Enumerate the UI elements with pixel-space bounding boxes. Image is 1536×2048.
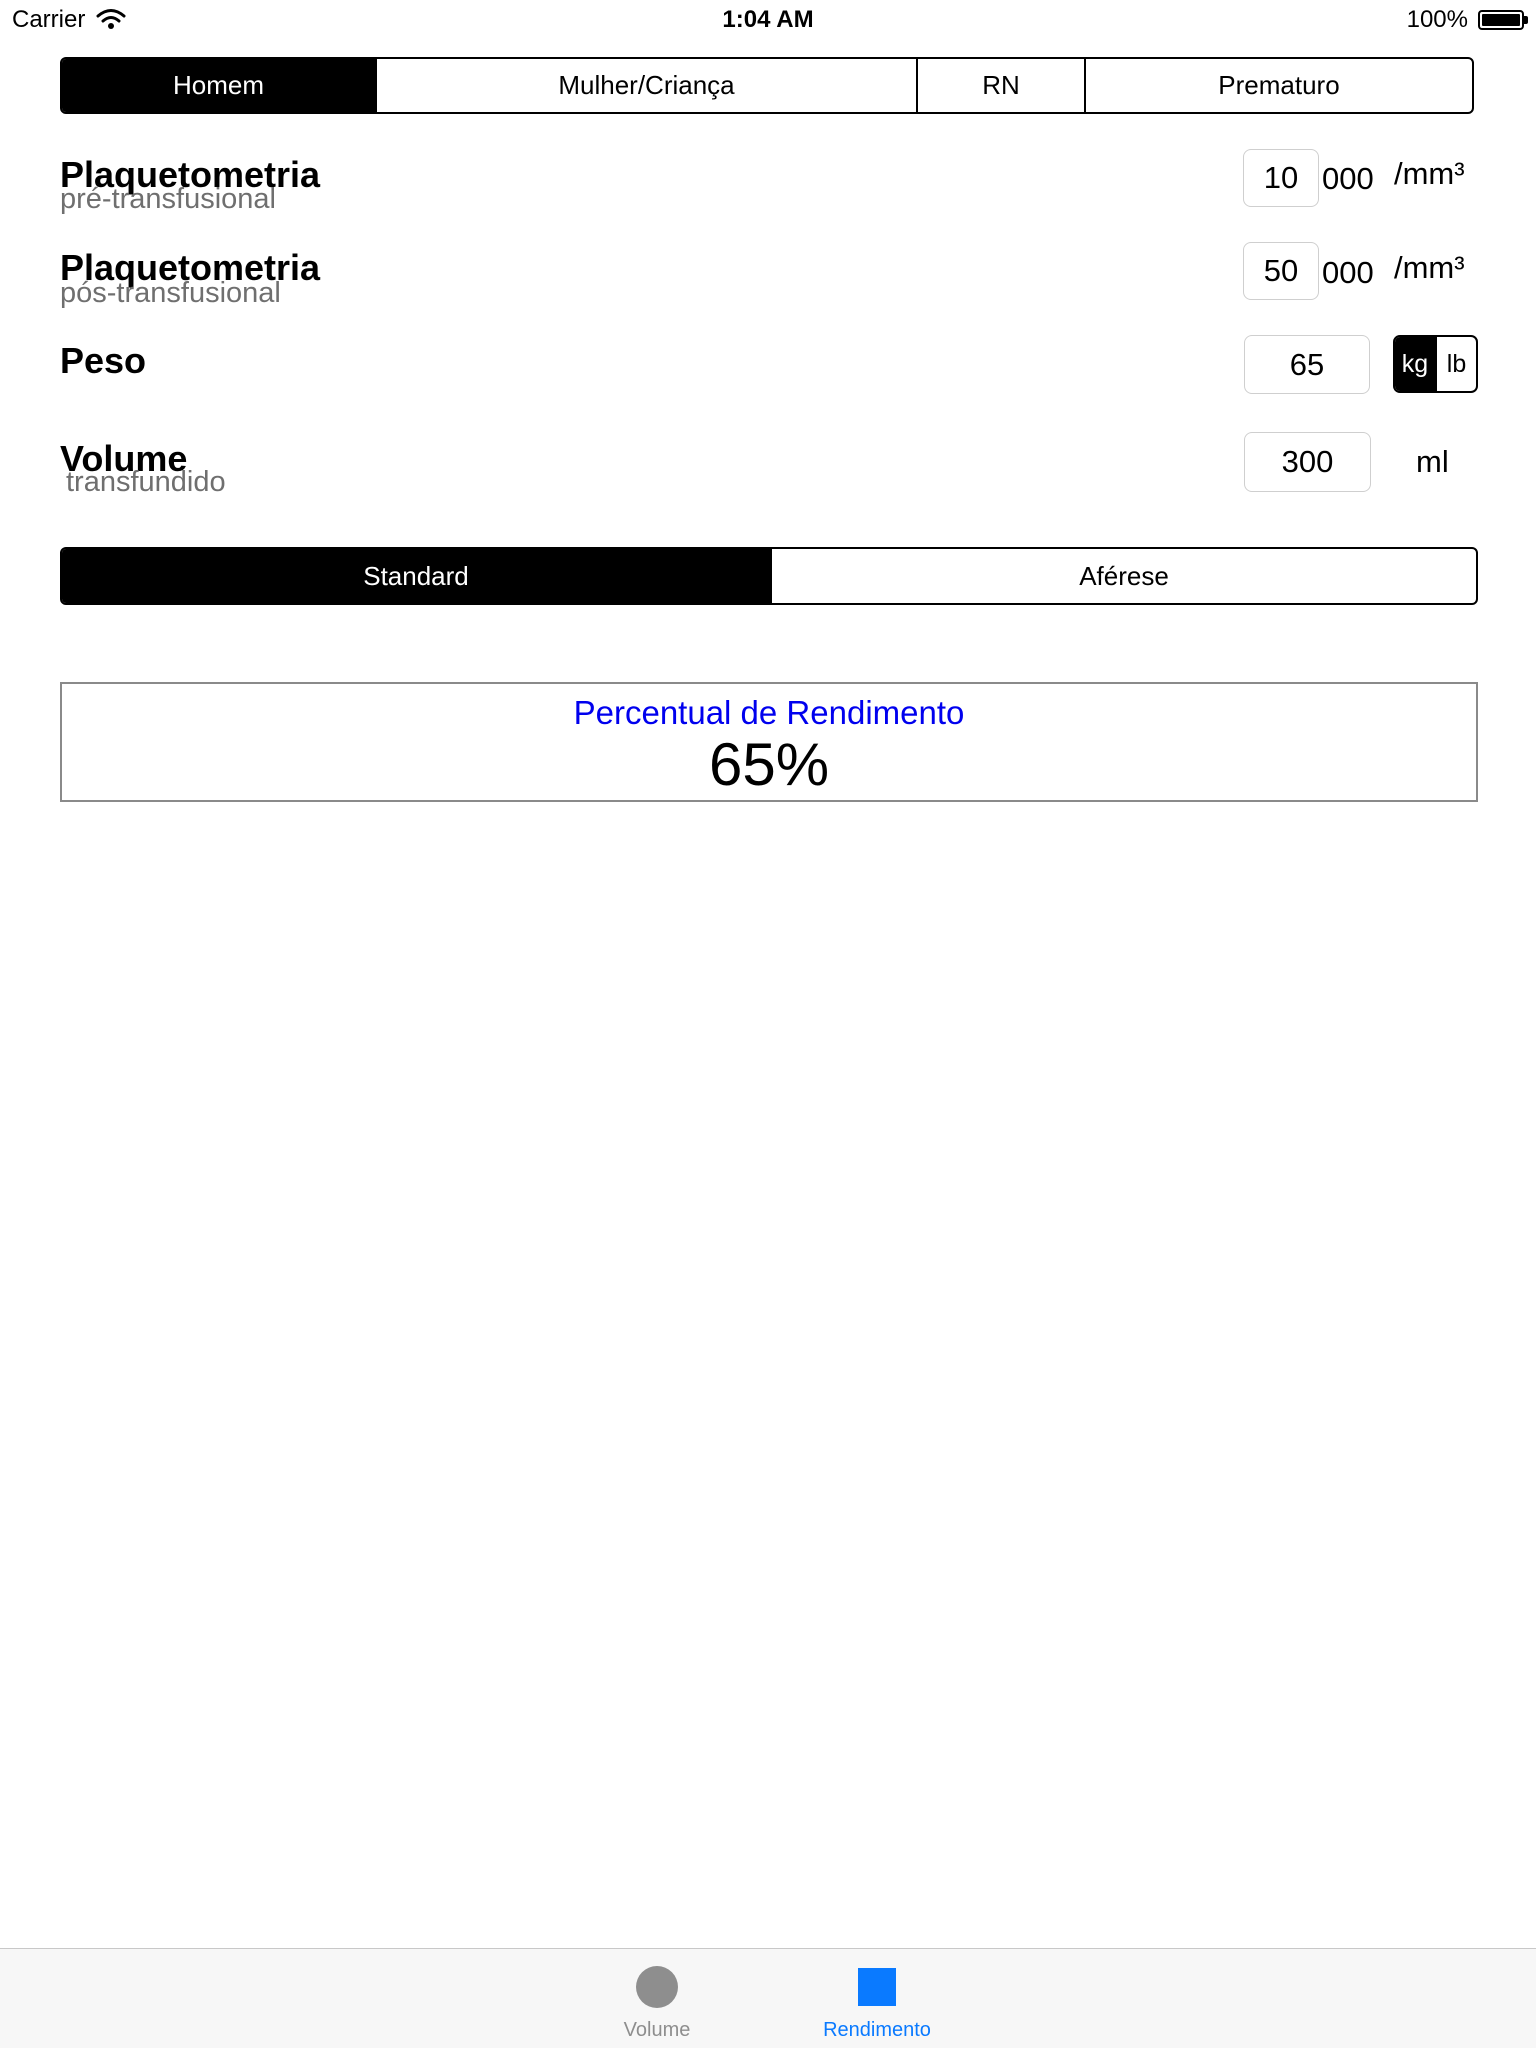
pre-platelet-input[interactable]: 10 <box>1243 149 1319 207</box>
battery-tip <box>1524 16 1528 24</box>
segment-kg[interactable]: kg <box>1395 337 1435 391</box>
segment-prematuro[interactable]: Prematuro <box>1084 59 1472 112</box>
tab-volume-label[interactable]: Volume <box>597 2019 717 2042</box>
segment-lb[interactable]: lb <box>1435 337 1476 391</box>
segment-aferese[interactable]: Aférese <box>770 549 1476 603</box>
result-value: 65% <box>708 731 830 798</box>
pre-platelet-unit: /mm³ <box>1394 156 1465 191</box>
clock: 1:04 AM <box>722 6 814 33</box>
post-platelet-thousands: 000 <box>1322 255 1374 290</box>
post-platelet-input[interactable]: 50 <box>1243 242 1319 300</box>
battery-icon <box>1478 10 1524 30</box>
volume-subtitle: transfundido <box>66 466 226 498</box>
result-title: Percentual de Rendimento <box>573 694 965 731</box>
square-icon[interactable] <box>858 1968 896 2006</box>
tab-bar <box>0 1948 1536 2048</box>
circle-icon[interactable] <box>636 1966 678 2008</box>
weight-title: Peso <box>60 340 147 381</box>
product-type-segmented-control: Standard Aférese <box>60 547 1478 605</box>
patient-type-segmented-control: Homem Mulher/Criança RN Prematuro <box>60 57 1474 114</box>
post-platelet-subtitle: pós-transfusional <box>60 277 281 309</box>
battery-percentage: 100% <box>1406 6 1468 33</box>
weight-input[interactable]: 65 <box>1244 335 1370 394</box>
weight-unit-segmented-control: kg lb <box>1393 335 1478 393</box>
volume-input[interactable]: 300 <box>1244 432 1371 492</box>
segment-mulher-crianca[interactable]: Mulher/Criança <box>375 59 916 112</box>
tab-rendimento-label[interactable]: Rendimento <box>797 2019 957 2042</box>
segment-homem[interactable]: Homem <box>62 59 375 112</box>
volume-unit: ml <box>1416 444 1449 479</box>
result-panel: Percentual de Rendimento 65% <box>60 682 1478 802</box>
pre-platelet-subtitle: pré-transfusional <box>60 183 276 215</box>
segment-standard[interactable]: Standard <box>62 549 770 603</box>
post-platelet-unit: /mm³ <box>1394 250 1465 285</box>
segment-rn[interactable]: RN <box>916 59 1084 112</box>
pre-platelet-thousands: 000 <box>1322 161 1374 196</box>
